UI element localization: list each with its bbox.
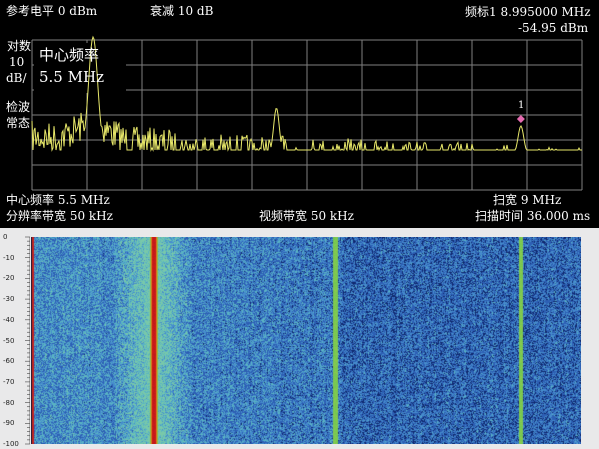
marker-frequency-readout: 频标1 8.995000 MHz	[465, 5, 591, 19]
marker-level-readout: -54.95 dBm	[518, 21, 589, 35]
waterfall-y-axis: 0 -10 -20 -30 -40 -50 -60 -70 -80 -90 -100	[0, 228, 30, 449]
spectrum-panel: 参考电平 0 dBm 衰减 10 dB 频标1 8.995000 MHz -54…	[0, 0, 599, 227]
center-frequency-box-title: 中心频率	[39, 46, 100, 64]
scale-unit-label: dB/	[6, 71, 27, 85]
vbw-readout: 视频带宽 50 kHz	[259, 209, 354, 223]
marker-number-label: 1	[518, 100, 525, 111]
ref-level-readout: 参考电平 0 dBm	[6, 4, 98, 18]
detector-label: 检波	[6, 100, 31, 114]
scale-type-label: 对数	[7, 39, 32, 53]
center-frequency-box-value: 5.5 MHz	[39, 68, 104, 86]
detector-mode-label: 常态	[6, 116, 31, 130]
span-readout: 扫宽 9 MHz	[493, 193, 562, 207]
rbw-readout: 分辨率带宽 50 kHz	[6, 209, 113, 223]
center-frequency-readout: 中心频率 5.5 MHz	[6, 193, 110, 207]
waterfall-spectrogram	[31, 237, 581, 444]
sweep-time-readout: 扫描时间 36.000 ms	[475, 209, 591, 223]
attenuation-readout: 衰减 10 dB	[150, 4, 214, 18]
scale-value-label: 10	[9, 55, 25, 69]
waterfall-panel: 0 -10 -20 -30 -40 -50 -60 -70 -80 -90 -100	[0, 228, 599, 449]
